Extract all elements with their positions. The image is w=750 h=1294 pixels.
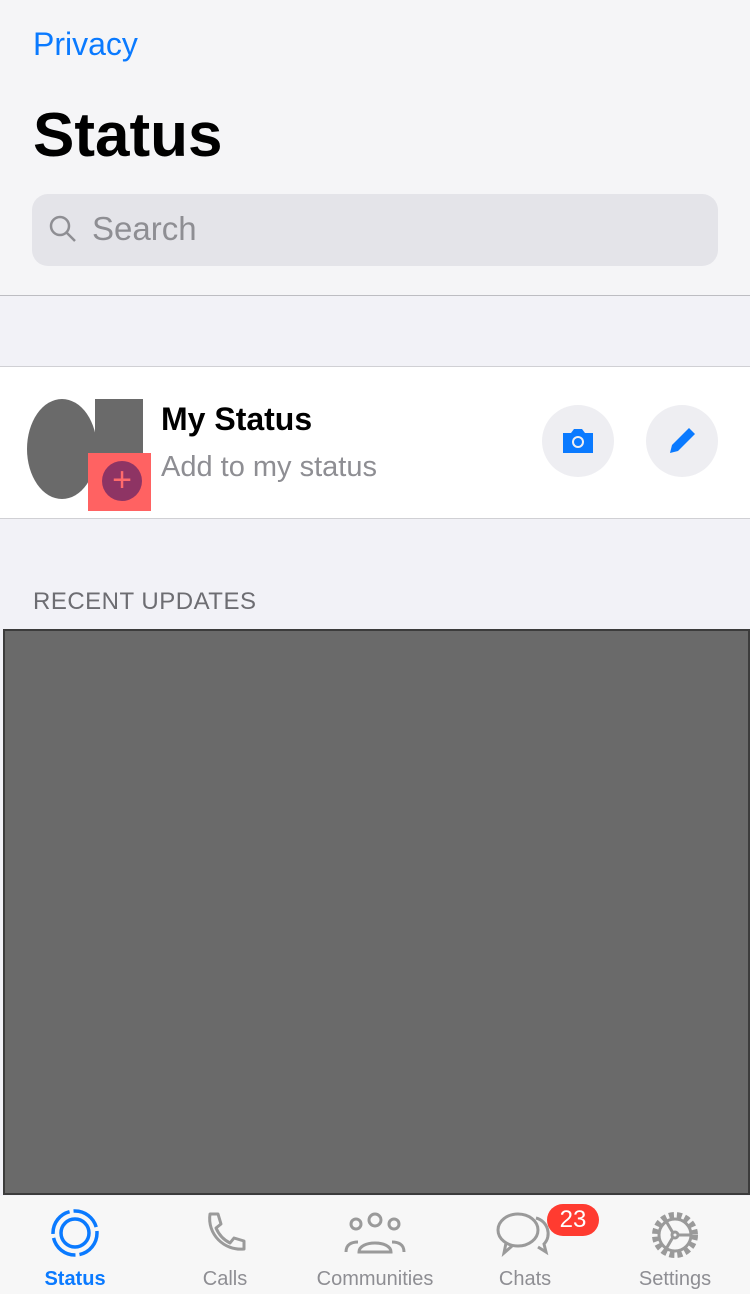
my-status-name: My Status <box>161 401 313 437</box>
search-icon <box>49 215 76 242</box>
tab-status[interactable]: Status <box>0 1196 150 1294</box>
edit-text-status-button[interactable] <box>646 405 718 477</box>
search-input[interactable]: Search <box>32 194 718 266</box>
tab-communities[interactable]: Communities <box>300 1196 450 1294</box>
privacy-back-link[interactable]: Privacy <box>33 26 138 63</box>
add-status-plus-icon: + <box>102 461 142 501</box>
tab-calls[interactable]: Calls <box>150 1196 300 1294</box>
chats-unread-badge: 23 <box>547 1204 599 1236</box>
my-status-row[interactable]: + My Status Add to my status <box>0 366 750 519</box>
tab-label: Chats <box>498 1268 552 1290</box>
camera-icon <box>563 429 593 453</box>
my-status-subtitle: Add to my status <box>161 451 377 483</box>
search-placeholder: Search <box>92 210 197 247</box>
status-icon <box>51 1209 99 1257</box>
tab-label: Calls <box>202 1268 248 1290</box>
communities-icon <box>344 1212 406 1254</box>
tab-label: Communities <box>316 1268 434 1290</box>
page-title: Status <box>33 101 223 170</box>
header: Privacy Status Search <box>0 0 750 296</box>
phone-icon <box>208 1212 246 1251</box>
tab-settings[interactable]: Settings <box>600 1196 750 1294</box>
tab-bar: Status Calls Communities Chats 23 Settin… <box>0 1196 750 1294</box>
pencil-icon <box>670 428 695 453</box>
tab-label: Settings <box>638 1268 712 1290</box>
gear-icon <box>652 1212 698 1258</box>
redacted-updates-list <box>3 629 750 1195</box>
camera-button[interactable] <box>542 405 614 477</box>
tab-label: Status <box>44 1268 106 1290</box>
recent-updates-heading: RECENT UPDATES <box>33 588 257 615</box>
